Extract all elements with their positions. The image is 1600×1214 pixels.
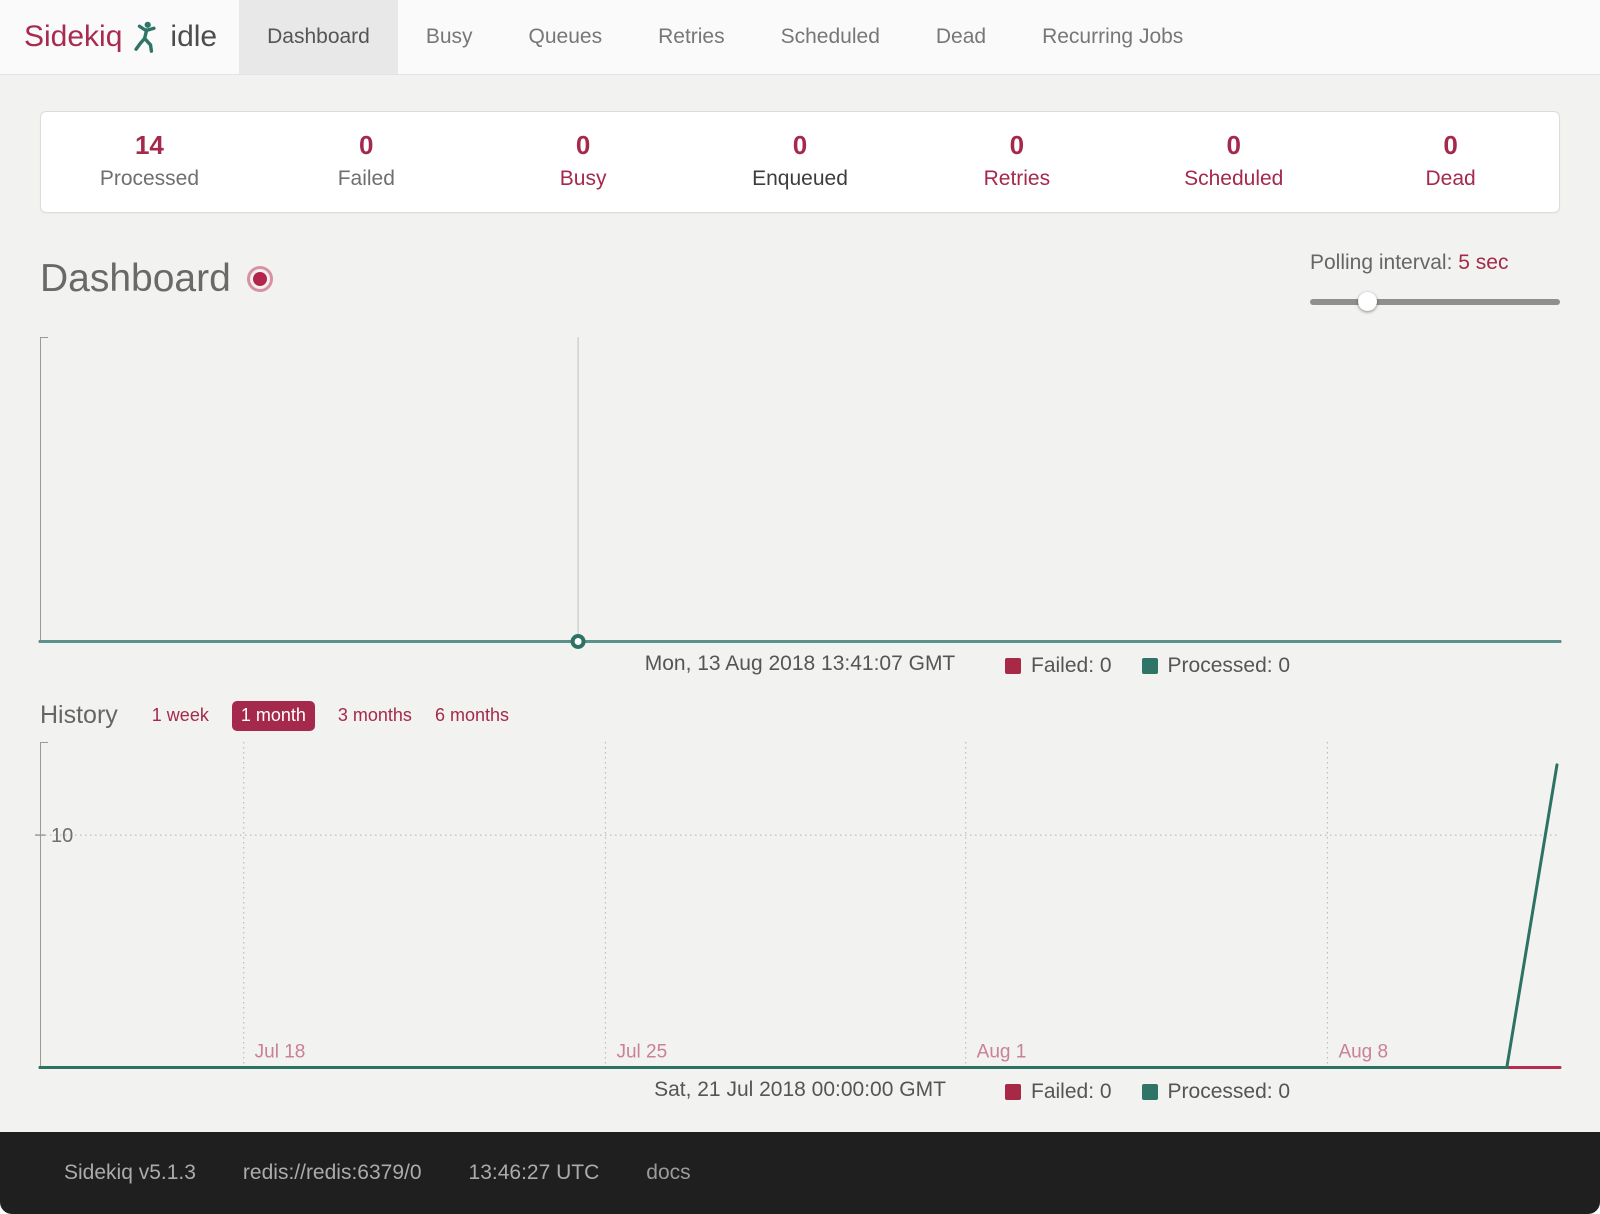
history-range-selector: 1 week 1 month 3 months 6 months: [152, 701, 509, 731]
stat-retries: 0 Retries: [908, 129, 1125, 191]
stat-processed: 14 Processed: [41, 129, 258, 191]
range-6-months[interactable]: 6 months: [435, 705, 509, 726]
stat-processed-label: Processed: [41, 167, 258, 191]
stat-failed: 0 Failed: [258, 129, 475, 191]
footer: Sidekiq v5.1.3 redis://redis:6379/0 13:4…: [0, 1132, 1600, 1214]
legend-failed: Failed: 0: [1005, 1080, 1112, 1104]
processed-swatch-icon: [1142, 658, 1158, 674]
slider-thumb[interactable]: [1358, 292, 1377, 311]
footer-utc-time: 13:46:27 UTC: [469, 1161, 600, 1185]
stat-failed-value: 0: [258, 129, 475, 162]
stat-busy: 0 Busy: [475, 129, 692, 191]
tab-retries[interactable]: Retries: [630, 0, 753, 74]
polling-interval-value[interactable]: 5 sec: [1458, 251, 1508, 274]
failed-swatch-icon: [1005, 1084, 1021, 1100]
stat-dead-value: 0: [1342, 129, 1559, 162]
realtime-legend: Failed: 0 Processed: 0: [1005, 654, 1290, 678]
tab-queues[interactable]: Queues: [501, 0, 631, 74]
stat-scheduled: 0 Scheduled: [1125, 129, 1342, 191]
stat-retries-link[interactable]: Retries: [908, 167, 1125, 191]
history-chart: Jul 18 Jul 25 Aug 1 Aug 8 10: [40, 742, 1560, 1069]
processed-swatch-icon: [1142, 1084, 1158, 1100]
history-title: History: [40, 701, 118, 730]
brand-name: Sidekiq: [24, 20, 122, 54]
range-3-months[interactable]: 3 months: [338, 705, 412, 726]
tab-dead[interactable]: Dead: [908, 0, 1014, 74]
range-1-month[interactable]: 1 month: [232, 701, 315, 731]
realtime-caption: Mon, 13 Aug 2018 13:41:07 GMT Failed: 0 …: [0, 652, 1600, 682]
sidekiq-runner-icon: [131, 20, 161, 54]
stat-dead-link[interactable]: Dead: [1342, 167, 1559, 191]
stat-busy-link[interactable]: Busy: [475, 167, 692, 191]
history-legend: Failed: 0 Processed: 0: [1005, 1080, 1290, 1104]
brand-link[interactable]: Sidekiq idle: [0, 0, 239, 74]
dashboard-header-row: Dashboard Polling interval: 5 sec: [40, 257, 1560, 311]
legend-processed-label: Processed: 0: [1168, 654, 1291, 678]
footer-version: Sidekiq v5.1.3: [64, 1161, 196, 1185]
svg-text:Aug 8: Aug 8: [1338, 1041, 1388, 1062]
stat-scheduled-link[interactable]: Scheduled: [1125, 167, 1342, 191]
stat-enqueued: 0 Enqueued: [692, 129, 909, 191]
page-title: Dashboard: [40, 257, 231, 301]
polling-interval-slider[interactable]: [1310, 292, 1560, 311]
realtime-chart: [40, 337, 1560, 643]
stat-processed-value: 14: [41, 129, 258, 162]
stat-enqueued-label: Enqueued: [692, 167, 909, 191]
slider-track[interactable]: [1310, 299, 1560, 305]
sidekiq-dashboard-page: Sidekiq idle Dashboard Busy Queues Retri…: [0, 0, 1600, 1214]
legend-processed-label: Processed: 0: [1168, 1080, 1291, 1104]
polling-interval-label: Polling interval:: [1310, 251, 1452, 274]
stats-summary-bar: 14 Processed 0 Failed 0 Busy 0 Enqueued …: [40, 111, 1560, 213]
svg-text:10: 10: [51, 825, 73, 847]
range-1-week[interactable]: 1 week: [152, 705, 209, 726]
navbar: Sidekiq idle Dashboard Busy Queues Retri…: [0, 0, 1600, 75]
process-status-label: idle: [170, 20, 217, 54]
history-chart-svg: Jul 18 Jul 25 Aug 1 Aug 8 10: [40, 742, 1560, 1069]
stat-enqueued-value: 0: [692, 129, 909, 162]
tab-scheduled[interactable]: Scheduled: [753, 0, 908, 74]
realtime-crosshair-date: Mon, 13 Aug 2018 13:41:07 GMT: [0, 652, 1600, 676]
stat-dead: 0 Dead: [1342, 129, 1559, 191]
footer-redis-url: redis://redis:6379/0: [243, 1161, 422, 1185]
history-header-row: History 1 week 1 month 3 months 6 months: [40, 698, 1560, 734]
stat-scheduled-value: 0: [1125, 129, 1342, 162]
legend-failed-label: Failed: 0: [1031, 1080, 1112, 1104]
footer-docs-link[interactable]: docs: [646, 1161, 690, 1185]
legend-failed: Failed: 0: [1005, 654, 1112, 678]
legend-failed-label: Failed: 0: [1031, 654, 1112, 678]
polling-interval-control: Polling interval: 5 sec: [1310, 251, 1560, 311]
legend-processed: Processed: 0: [1142, 1080, 1291, 1104]
tab-recurring-jobs[interactable]: Recurring Jobs: [1014, 0, 1211, 74]
stat-failed-label: Failed: [258, 167, 475, 191]
tab-dashboard[interactable]: Dashboard: [239, 0, 398, 74]
history-caption: Sat, 21 Jul 2018 00:00:00 GMT Failed: 0 …: [0, 1078, 1600, 1108]
svg-text:Jul 25: Jul 25: [616, 1041, 667, 1062]
stat-retries-value: 0: [908, 129, 1125, 162]
legend-processed: Processed: 0: [1142, 654, 1291, 678]
stat-busy-value: 0: [475, 129, 692, 162]
live-beacon-icon: [247, 266, 273, 292]
realtime-chart-svg: [40, 337, 1560, 643]
history-crosshair-date: Sat, 21 Jul 2018 00:00:00 GMT: [0, 1078, 1600, 1102]
svg-text:Jul 18: Jul 18: [255, 1041, 306, 1062]
failed-swatch-icon: [1005, 658, 1021, 674]
nav-tabs: Dashboard Busy Queues Retries Scheduled …: [239, 0, 1211, 74]
svg-text:Aug 1: Aug 1: [977, 1041, 1027, 1062]
tab-busy[interactable]: Busy: [398, 0, 501, 74]
